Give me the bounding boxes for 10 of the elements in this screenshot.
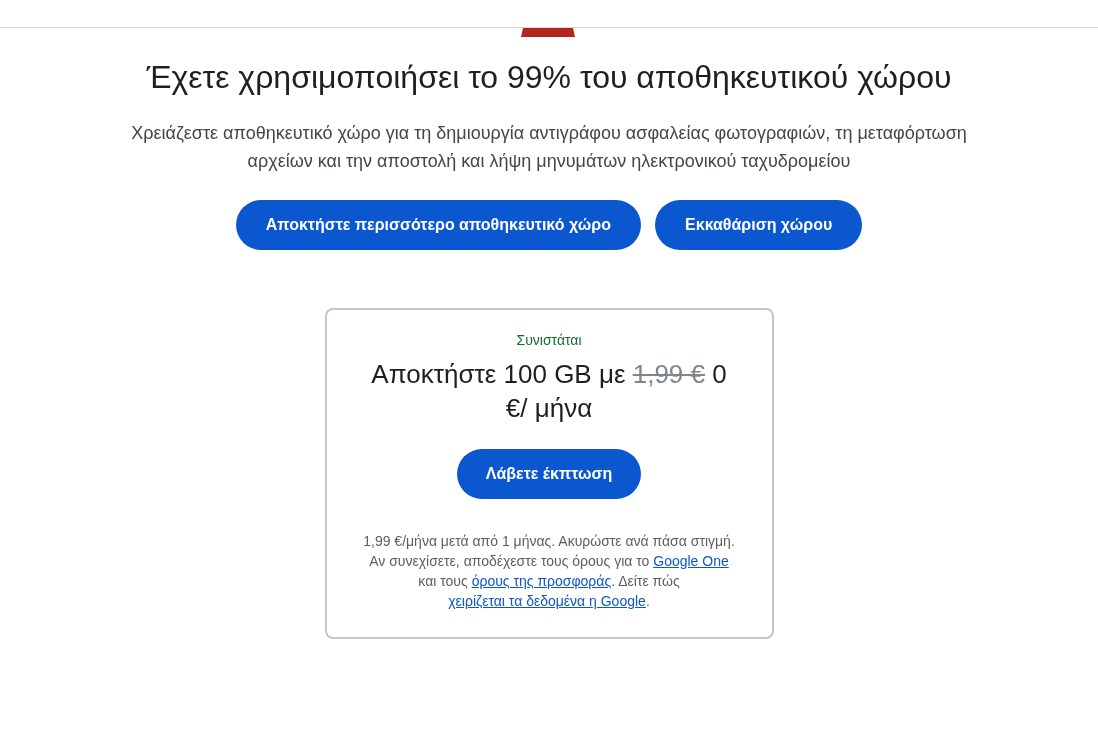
free-up-space-button[interactable]: Εκκαθάριση χώρου: [655, 200, 863, 250]
offer-headline: Αποκτήστε 100 GB με 1,99 € 0 €/ μήνα: [370, 358, 728, 425]
discount-button[interactable]: Λάβετε έκπτωση: [456, 449, 642, 499]
offer-terms: 1,99 €/μήνα μετά από 1 μήνας. Ακυρώστε ανά πάσα στιγμή. Αν συνεχίσετε, αποδέχεστε τους όρους για το Google One και τους όρους της προσφοράς. Δείτε πώς χειρίζεται τα δεδομένα η Google.: [362, 532, 736, 611]
terms-link[interactable]: χειρίζεται τα δεδομένα η Google: [448, 593, 646, 609]
terms-link[interactable]: Google One: [653, 553, 729, 569]
page-title: Έχετε χρησιμοποιήσει το 99% του αποθηκευτικού χώρου: [145, 58, 953, 97]
page-description: Χρειάζεστε αποθηκευτικό χώρο για τη δημιουργία αντιγράφου ασφαλείας φωτογραφιών, τη μεταφόρτωση αρχείων και την αποστολή και λήψη μηνυμάτων ηλεκτρονικού ταχυδρομείου: [130, 122, 968, 173]
recommended-label: Συνιστάται: [516, 331, 582, 350]
get-storage-button[interactable]: Αποκτήστε περισσότερο αποθηκευτικό χώρο: [235, 200, 642, 250]
